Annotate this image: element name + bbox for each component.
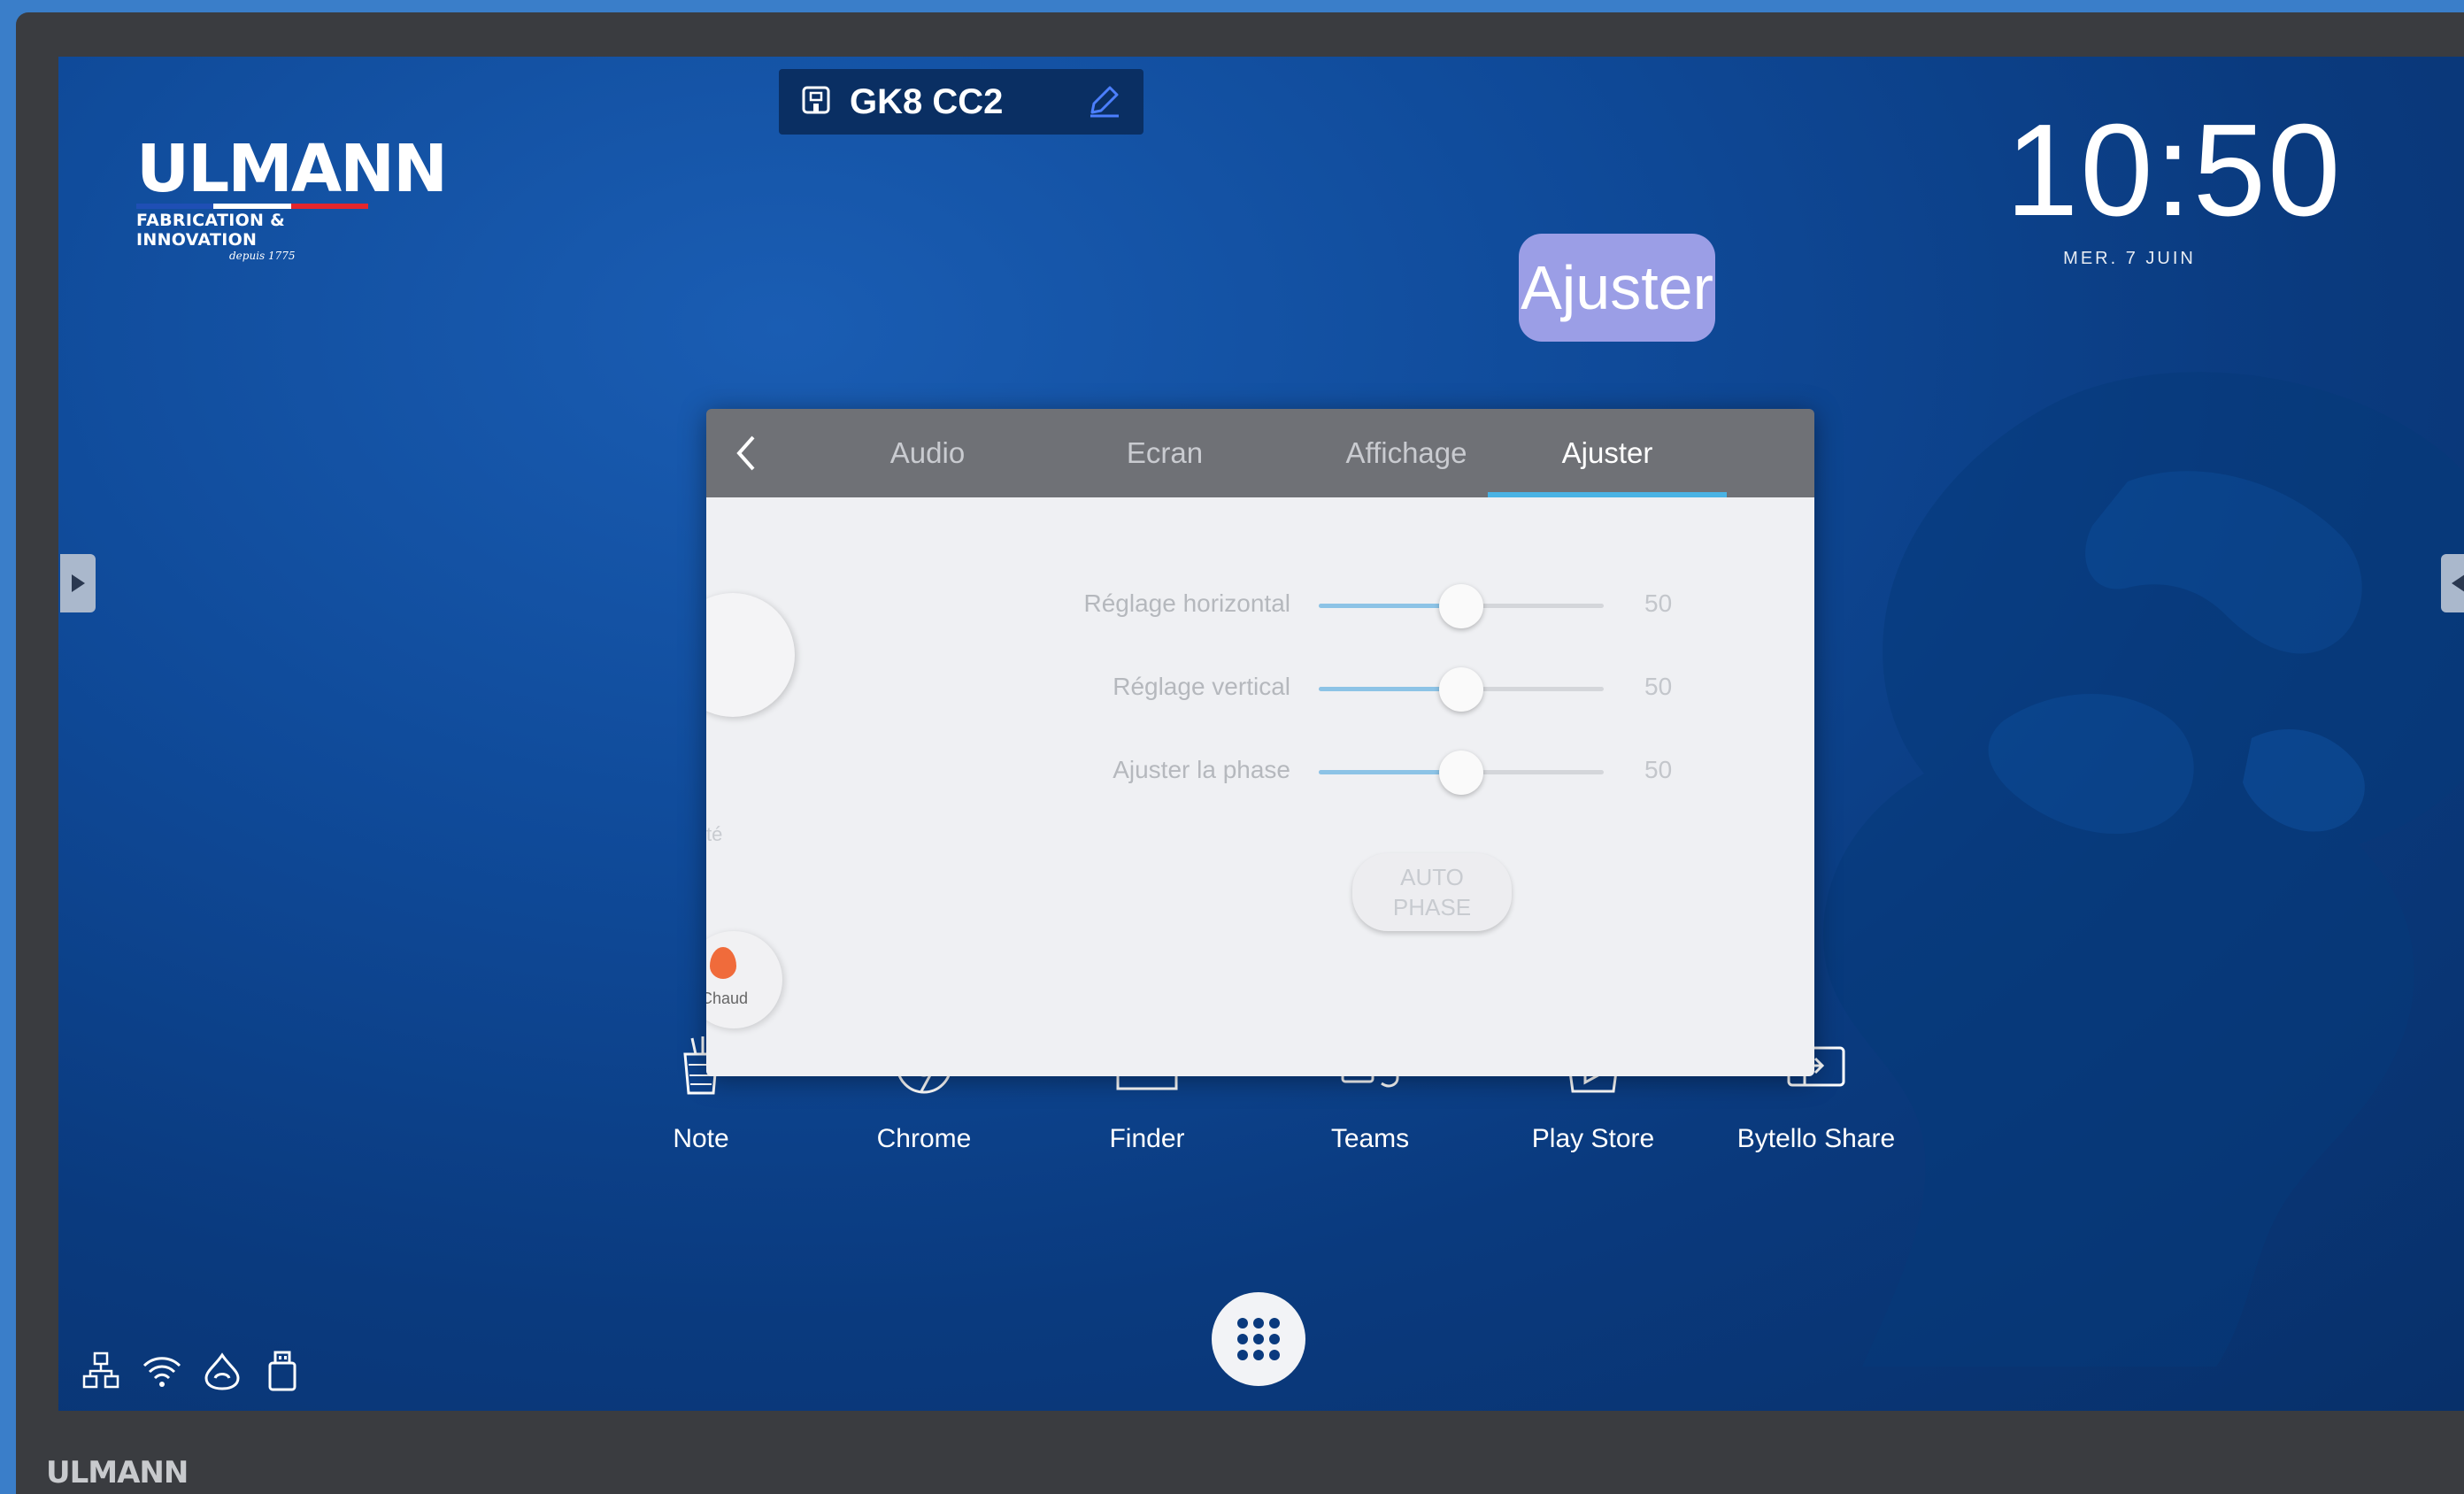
app-label: Chrome [876, 1124, 972, 1153]
settings-tabbar: Audio Ecran Affichage Ajuster [706, 409, 1814, 497]
left-sidebar-toggle[interactable] [60, 554, 96, 612]
usb-icon[interactable] [262, 1351, 303, 1391]
auto-phase-line2: PHASE [1392, 894, 1472, 920]
slider-knob[interactable] [1439, 584, 1483, 628]
clock-widget: 10:50 MER. 7 JUIN [2006, 97, 2343, 269]
status-tray [81, 1351, 303, 1391]
right-sidebar-toggle[interactable] [2441, 554, 2464, 612]
slider-value: 50 [1644, 756, 1673, 783]
device-name-bar[interactable]: GK8 CC2 [779, 69, 1143, 135]
tab-ecran[interactable]: Ecran [1076, 409, 1253, 497]
slider-row-vertical: Réglage vertical 50 [706, 660, 1814, 713]
auto-phase-line1: AUTO [1400, 864, 1464, 890]
slider-horizontal[interactable] [1319, 584, 1604, 628]
chevron-left-icon [736, 435, 755, 471]
play-right-icon [72, 574, 85, 592]
logo-subtitle: FABRICATION & INNOVATION [136, 211, 286, 250]
slider-vertical[interactable] [1319, 667, 1604, 712]
settings-panel: Audio Ecran Affichage Ajuster té Chaud R… [706, 409, 1814, 1076]
app-label: Teams [1330, 1124, 1410, 1153]
logo-tricolor-bar [136, 204, 368, 209]
auto-phase-button[interactable]: AUTO PHASE [1352, 853, 1512, 931]
slider-value: 50 [1644, 589, 1673, 617]
slider-row-horizontal: Réglage horizontal 50 [706, 577, 1814, 630]
settings-body: té Chaud Réglage horizontal 50 Réglage v… [706, 497, 1814, 1076]
clock-time: 10:50 [2006, 97, 2343, 243]
device-name: GK8 CC2 [850, 81, 1004, 121]
slider-label: Réglage vertical [1113, 673, 1290, 700]
ajuster-tooltip: Ajuster [1519, 234, 1715, 342]
wifi-icon[interactable] [142, 1351, 182, 1391]
slider-knob[interactable] [1439, 667, 1483, 712]
logo-word: ULMANN [136, 131, 448, 207]
ghost-label: té [706, 823, 723, 845]
app-drawer-button[interactable] [1212, 1292, 1305, 1386]
slider-knob[interactable] [1439, 751, 1483, 795]
back-button[interactable] [719, 409, 774, 497]
clock-date: MER. 7 JUIN [2063, 249, 2196, 268]
logo-since: depuis 1775 [229, 250, 296, 262]
slider-label: Ajuster la phase [1113, 756, 1290, 783]
app-label: Finder [1109, 1124, 1185, 1153]
ghost-warm-label: Chaud [706, 990, 749, 1007]
pencil-icon[interactable] [1085, 81, 1124, 124]
ghost-warm-button: Chaud [706, 931, 782, 1028]
home-screen: ULMANN FABRICATION & INNOVATION depuis 1… [58, 57, 2464, 1411]
grid-dots-icon [1237, 1318, 1280, 1360]
ulmann-logo: ULMANN FABRICATION & INNOVATION depuis 1… [136, 131, 448, 262]
tab-ajuster[interactable]: Ajuster [1488, 409, 1727, 497]
slider-label: Réglage horizontal [1083, 589, 1291, 617]
slider-row-phase: Ajuster la phase 50 [706, 743, 1814, 797]
flame-icon [710, 947, 736, 979]
slider-value: 50 [1644, 673, 1673, 700]
tab-audio[interactable]: Audio [839, 409, 1016, 497]
app-label: Bytello Share [1736, 1124, 1896, 1153]
app-label: Play Store [1531, 1124, 1655, 1153]
device-icon [798, 82, 834, 122]
bezel-brand: ULMANN [46, 1455, 189, 1490]
lion-watermark [1823, 372, 2464, 1367]
hotspot-icon[interactable] [202, 1351, 243, 1391]
network-icon[interactable] [81, 1351, 122, 1391]
app-label: Note [673, 1124, 729, 1153]
tab-label: Ajuster [1561, 436, 1653, 469]
bottom-bezel: ULMANN [16, 1411, 2464, 1494]
slider-phase[interactable] [1319, 751, 1604, 795]
play-left-icon [2452, 574, 2464, 592]
